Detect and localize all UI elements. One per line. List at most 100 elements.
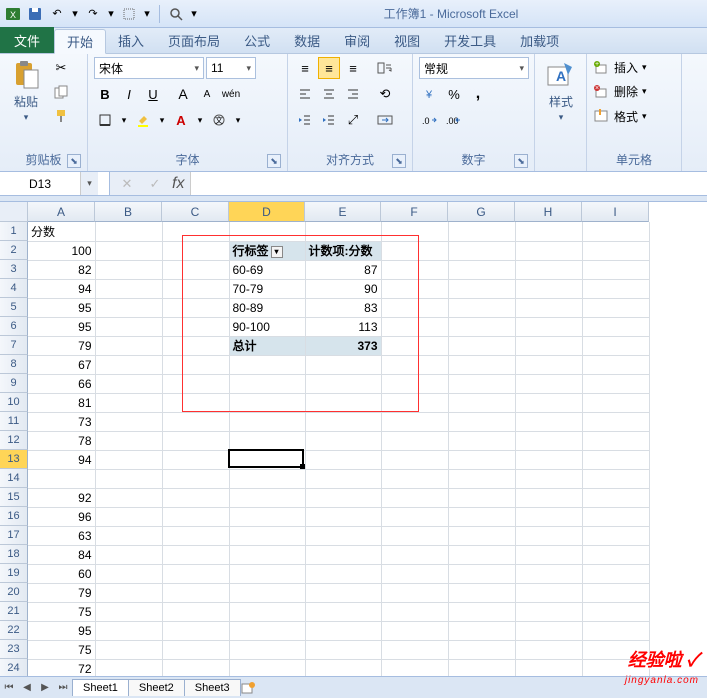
cell[interactable]: 96 bbox=[28, 507, 95, 526]
cell[interactable] bbox=[515, 222, 582, 241]
sheet-nav-first-icon[interactable]: ⏮ bbox=[0, 679, 18, 697]
col-header[interactable]: E bbox=[305, 202, 381, 222]
cell[interactable] bbox=[515, 640, 582, 659]
cell[interactable] bbox=[162, 507, 229, 526]
clipboard-dialog-icon[interactable]: ⬊ bbox=[67, 154, 81, 168]
cell[interactable] bbox=[448, 260, 515, 279]
cell[interactable] bbox=[162, 279, 229, 298]
cell[interactable] bbox=[515, 336, 582, 355]
cell[interactable] bbox=[448, 298, 515, 317]
cell[interactable] bbox=[305, 222, 381, 241]
cell[interactable] bbox=[582, 488, 649, 507]
cell[interactable] bbox=[381, 602, 448, 621]
border-drop-icon[interactable]: ▾ bbox=[118, 109, 130, 131]
cell[interactable] bbox=[162, 298, 229, 317]
redo-icon[interactable]: ↷ bbox=[84, 5, 102, 23]
cell[interactable] bbox=[162, 431, 229, 450]
cell[interactable] bbox=[582, 431, 649, 450]
cell[interactable] bbox=[582, 526, 649, 545]
shrink-font-icon[interactable]: A bbox=[196, 83, 218, 105]
cell[interactable] bbox=[582, 298, 649, 317]
cell[interactable] bbox=[229, 545, 305, 564]
cell[interactable] bbox=[95, 393, 162, 412]
cell[interactable] bbox=[229, 488, 305, 507]
cell[interactable]: 113 bbox=[305, 317, 381, 336]
cell[interactable]: 60-69 bbox=[229, 260, 305, 279]
cell[interactable] bbox=[515, 488, 582, 507]
cell[interactable] bbox=[162, 241, 229, 260]
cell[interactable] bbox=[381, 279, 448, 298]
sheet-nav-next-icon[interactable]: ▶ bbox=[36, 679, 54, 697]
row-header[interactable]: 16 bbox=[0, 507, 28, 526]
cell[interactable] bbox=[229, 602, 305, 621]
cell[interactable] bbox=[582, 564, 649, 583]
cell[interactable] bbox=[515, 374, 582, 393]
cell[interactable] bbox=[582, 374, 649, 393]
cell[interactable]: 87 bbox=[305, 260, 381, 279]
row-header[interactable]: 2 bbox=[0, 241, 28, 260]
cell[interactable]: 94 bbox=[28, 450, 95, 469]
cell[interactable] bbox=[448, 469, 515, 488]
tab-addins[interactable]: 加载项 bbox=[508, 28, 571, 53]
tab-data[interactable]: 数据 bbox=[282, 28, 332, 53]
sheet-nav-last-icon[interactable]: ⏭ bbox=[54, 679, 72, 697]
cell[interactable] bbox=[229, 222, 305, 241]
cell[interactable] bbox=[381, 336, 448, 355]
cell[interactable]: 行标签▾ bbox=[229, 241, 305, 260]
cell[interactable] bbox=[582, 602, 649, 621]
cell[interactable] bbox=[582, 393, 649, 412]
cell[interactable] bbox=[162, 260, 229, 279]
cell[interactable]: 94 bbox=[28, 279, 95, 298]
cell[interactable] bbox=[381, 431, 448, 450]
cell[interactable] bbox=[582, 260, 649, 279]
cell[interactable]: 92 bbox=[28, 488, 95, 507]
cell[interactable] bbox=[95, 241, 162, 260]
align-dialog-icon[interactable]: ⬊ bbox=[392, 154, 406, 168]
cell[interactable] bbox=[448, 602, 515, 621]
cell[interactable] bbox=[448, 640, 515, 659]
undo-dropdown-icon[interactable]: ▾ bbox=[70, 5, 80, 23]
number-format-combo[interactable]: 常规▾ bbox=[419, 57, 529, 79]
row-header[interactable]: 13 bbox=[0, 450, 28, 469]
cell[interactable] bbox=[95, 374, 162, 393]
delete-cells-button[interactable]: ×删除▾ bbox=[593, 83, 647, 100]
col-header[interactable]: D bbox=[229, 202, 305, 222]
merge-icon[interactable] bbox=[374, 109, 396, 131]
cell[interactable]: 73 bbox=[28, 412, 95, 431]
cell[interactable] bbox=[95, 317, 162, 336]
print-preview-icon[interactable] bbox=[167, 5, 185, 23]
tab-developer[interactable]: 开发工具 bbox=[432, 28, 508, 53]
cell[interactable] bbox=[305, 564, 381, 583]
decrease-indent-icon[interactable] bbox=[294, 109, 316, 131]
cell[interactable] bbox=[515, 469, 582, 488]
cell[interactable]: 90 bbox=[305, 279, 381, 298]
cell[interactable] bbox=[381, 317, 448, 336]
cell[interactable] bbox=[448, 583, 515, 602]
row-header[interactable]: 5 bbox=[0, 298, 28, 317]
wrap-text-icon[interactable] bbox=[374, 57, 396, 79]
tab-view[interactable]: 视图 bbox=[382, 28, 432, 53]
cell[interactable] bbox=[162, 602, 229, 621]
cell[interactable] bbox=[582, 469, 649, 488]
cell[interactable] bbox=[95, 488, 162, 507]
bold-icon[interactable]: B bbox=[94, 83, 116, 105]
cell[interactable] bbox=[448, 241, 515, 260]
fill-color-icon[interactable] bbox=[132, 109, 154, 131]
cell[interactable] bbox=[305, 450, 381, 469]
cell[interactable] bbox=[162, 545, 229, 564]
cell[interactable] bbox=[381, 564, 448, 583]
cell[interactable] bbox=[582, 583, 649, 602]
tab-formulas[interactable]: 公式 bbox=[232, 28, 282, 53]
cell[interactable]: 75 bbox=[28, 640, 95, 659]
cell[interactable]: 81 bbox=[28, 393, 95, 412]
cell[interactable]: 79 bbox=[28, 336, 95, 355]
row-header[interactable]: 1 bbox=[0, 222, 28, 241]
cell[interactable] bbox=[162, 526, 229, 545]
cell[interactable] bbox=[95, 564, 162, 583]
italic-icon[interactable]: I bbox=[118, 83, 140, 105]
cell[interactable] bbox=[381, 222, 448, 241]
formula-input[interactable] bbox=[190, 172, 707, 195]
insert-cells-button[interactable]: +插入▾ bbox=[593, 59, 647, 76]
tab-home[interactable]: 开始 bbox=[54, 29, 106, 54]
cell[interactable]: 100 bbox=[28, 241, 95, 260]
